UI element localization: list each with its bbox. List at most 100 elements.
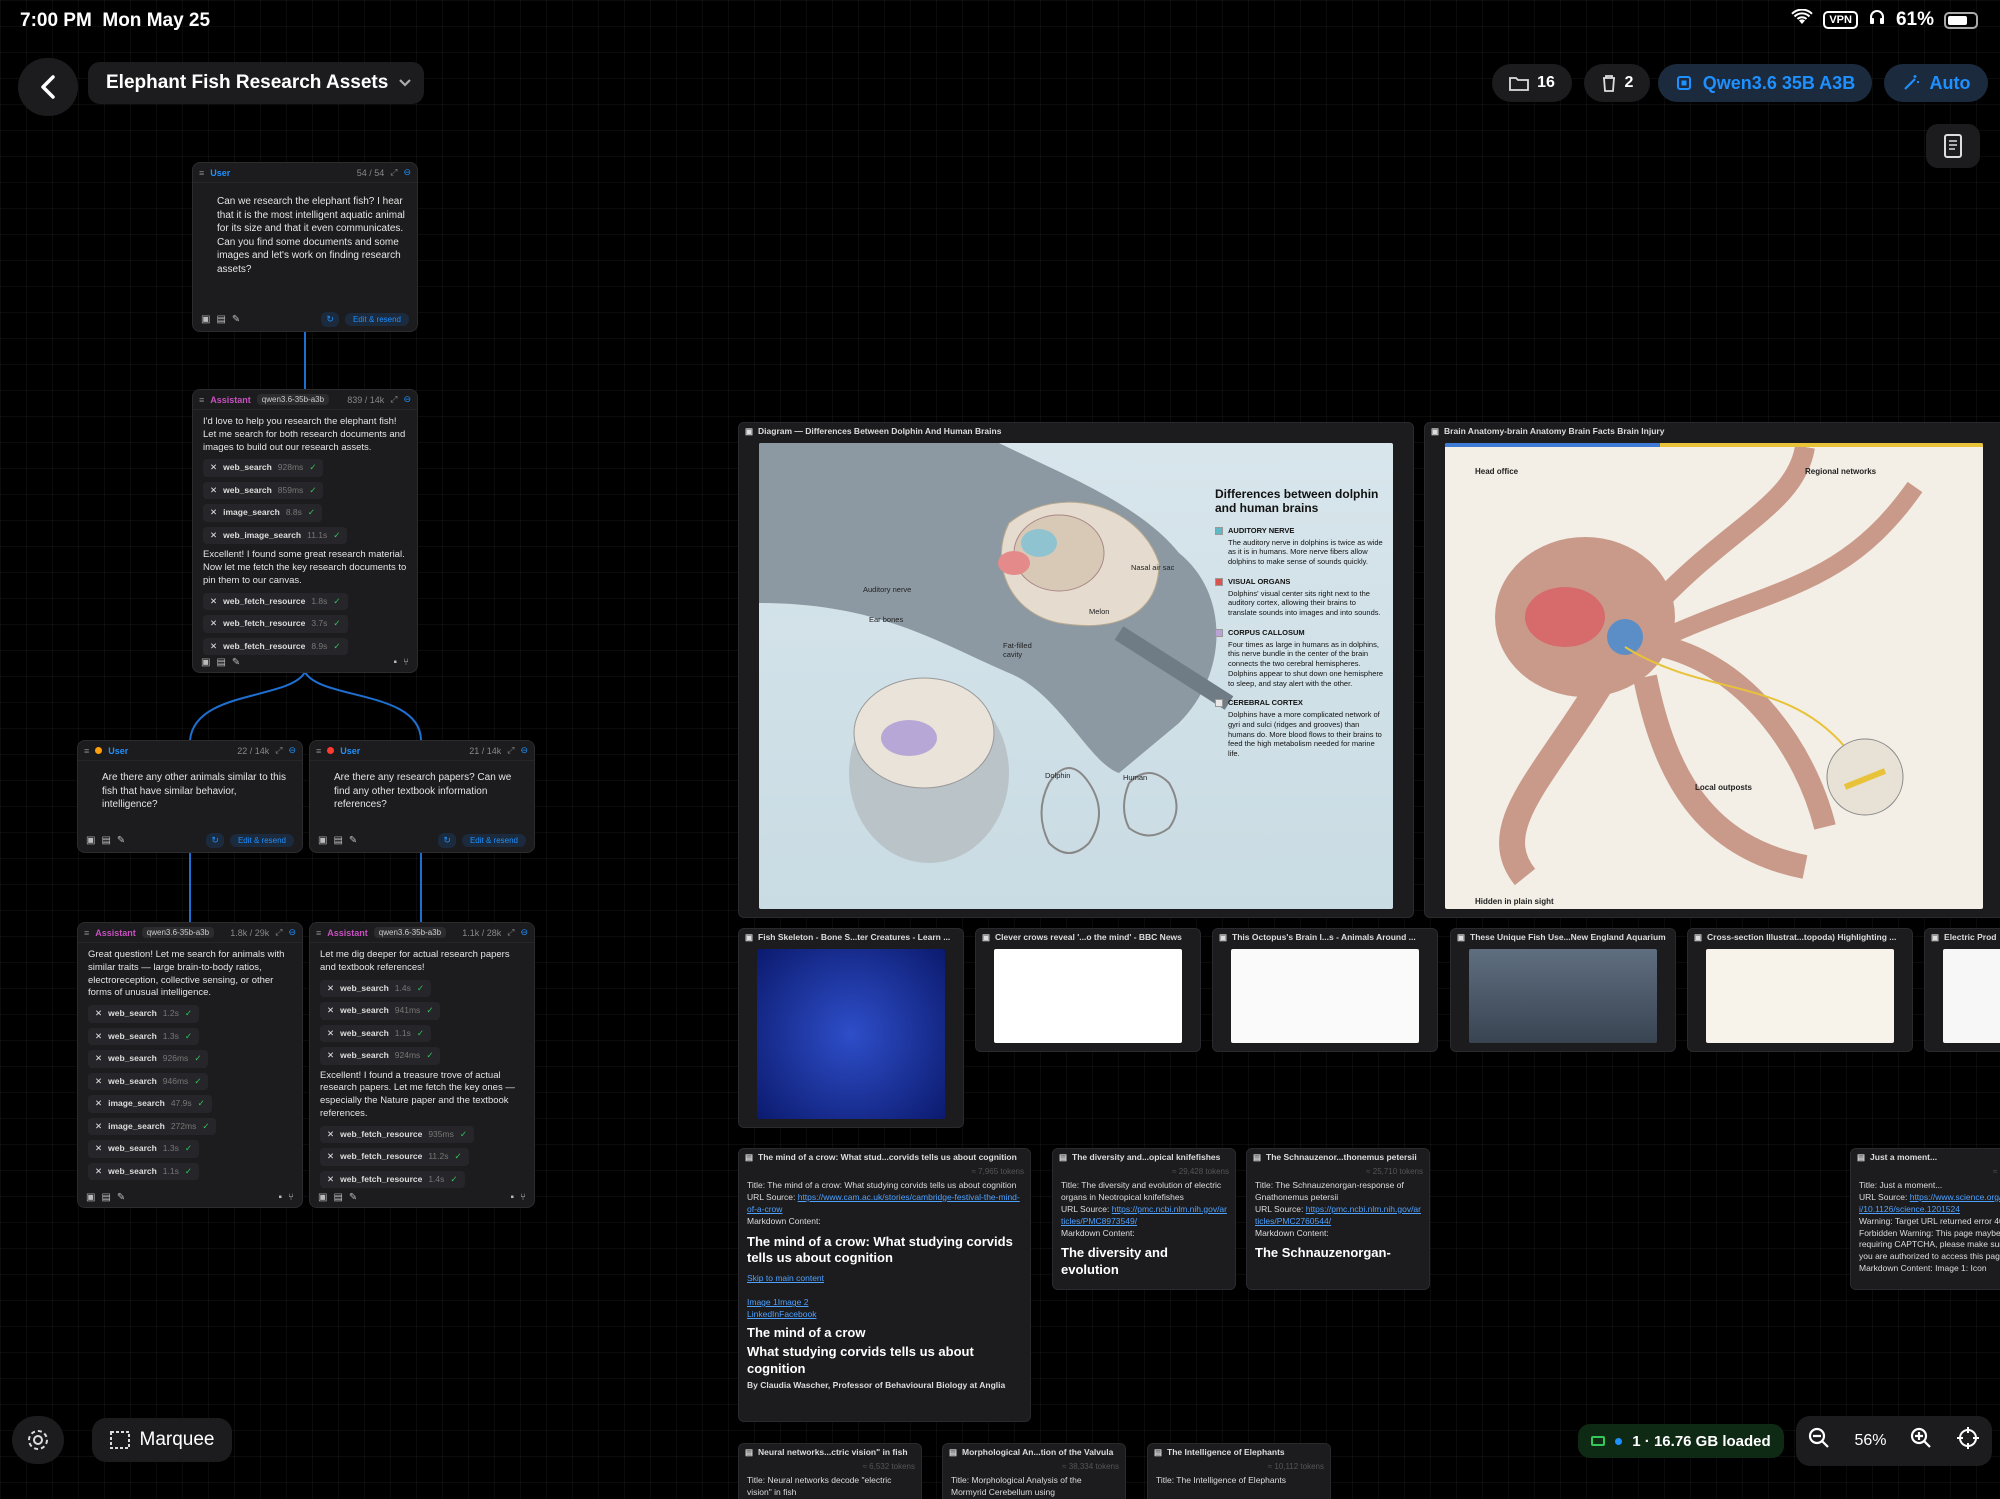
tool-call[interactable]: ✕ web_fetch_resource 3.7s ✓ xyxy=(203,615,348,633)
doc-card-morphological[interactable]: ▤ Morphological An...tion of the Valvula … xyxy=(942,1443,1126,1499)
tool-call[interactable]: ✕ web_image_search 11.1s ✓ xyxy=(203,526,348,545)
doc-card-crow[interactable]: ▤ The mind of a crow: What stud...corvids… xyxy=(738,1148,1031,1422)
edit-resend-button[interactable]: Edit & resend xyxy=(344,313,409,326)
comment-icon[interactable]: ▪ xyxy=(393,657,397,668)
collapse-icon[interactable]: ⊖ xyxy=(520,745,528,756)
image-link[interactable]: Image 1Image 2 xyxy=(747,1297,808,1307)
tool-call[interactable]: ✕ image_search 47.9s ✓ xyxy=(88,1095,212,1113)
image-card-dolphin-brain[interactable]: ▣ Diagram — Differences Between Dolphin A… xyxy=(738,422,1414,918)
chat-node-assistant-2[interactable]: ≡ Assistant qwen3.6-35b-a3b 1.8k / 29k ⤢… xyxy=(77,922,303,1208)
drag-handle-icon[interactable]: ≡ xyxy=(84,928,89,938)
regenerate-button[interactable]: ↻ xyxy=(321,312,339,327)
regenerate-button[interactable]: ↻ xyxy=(206,833,224,848)
file-icon[interactable]: ▤ xyxy=(333,835,342,846)
brush-icon[interactable]: ✎ xyxy=(349,1192,357,1203)
settings-button[interactable] xyxy=(12,1416,64,1464)
tool-call[interactable]: ✕ web_search 859ms ✓ xyxy=(203,481,324,500)
chat-node-user-3[interactable]: ≡ User 21 / 14k ⤢ ⊖ Are there any resear… xyxy=(309,740,535,853)
image-thumbnail-card[interactable]: ▣ Electric Prod xyxy=(1924,928,2000,1052)
recenter-button[interactable] xyxy=(1956,1426,1980,1456)
edit-resend-button[interactable]: Edit & resend xyxy=(461,834,526,847)
tool-call[interactable]: ✕ web_fetch_resource 11.2s ✓ xyxy=(320,1148,469,1166)
collapse-icon[interactable]: ⊖ xyxy=(403,394,411,405)
tool-call[interactable]: ✕ web_search 1.3s ✓ xyxy=(88,1027,199,1046)
tool-call[interactable]: ✕ image_search 8.8s ✓ xyxy=(203,504,323,522)
file-icon[interactable]: ▤ xyxy=(216,314,225,325)
expand-icon[interactable]: ⤢ xyxy=(507,927,514,938)
collapse-icon[interactable]: ⊖ xyxy=(288,745,296,756)
tool-call[interactable]: ✕ web_fetch_resource 1.4s ✓ xyxy=(320,1170,465,1189)
doc-card-elephants[interactable]: ▤ The Intelligence of Elephants ≈ 10,112 … xyxy=(1147,1443,1331,1499)
tool-call[interactable]: ✕ web_search 926ms ✓ xyxy=(88,1050,209,1068)
marquee-button[interactable]: Marquee xyxy=(92,1418,232,1462)
image-icon[interactable]: ▣ xyxy=(201,657,210,668)
doc-card-knifefish[interactable]: ▤ The diversity and...opical knifefishes … xyxy=(1052,1148,1236,1290)
chat-node-assistant-3[interactable]: ≡ Assistant qwen3.6-35b-a3b 1.1k / 28k ⤢… xyxy=(309,922,535,1208)
collapse-icon[interactable]: ⊖ xyxy=(520,927,528,938)
file-icon[interactable]: ▤ xyxy=(101,1192,110,1203)
brush-icon[interactable]: ✎ xyxy=(117,835,125,846)
image-icon[interactable]: ▣ xyxy=(318,835,327,846)
expand-icon[interactable]: ⤢ xyxy=(390,394,397,405)
regenerate-button[interactable]: ↻ xyxy=(438,833,456,848)
image-icon[interactable]: ▣ xyxy=(86,1192,95,1203)
tool-call[interactable]: ✕ web_search 1.3s ✓ xyxy=(88,1140,199,1158)
zoom-out-button[interactable] xyxy=(1807,1426,1831,1456)
branch-icon[interactable]: ⑂ xyxy=(288,1192,294,1203)
image-thumbnail-card[interactable]: ▣ These Unique Fish Use...New England Aqu… xyxy=(1450,928,1676,1052)
skip-link[interactable]: Skip to main content xyxy=(747,1273,824,1283)
drag-handle-icon[interactable]: ≡ xyxy=(316,928,321,938)
chat-node-assistant-1[interactable]: ≡ Assistant qwen3.6-35b-a3b 839 / 14k ⤢ … xyxy=(192,389,418,673)
image-thumbnail-card[interactable]: ▣ Clever crows reveal '...o the mind' - B… xyxy=(975,928,1201,1052)
brush-icon[interactable]: ✎ xyxy=(117,1192,125,1203)
comment-icon[interactable]: ▪ xyxy=(510,1192,514,1203)
drag-handle-icon[interactable]: ≡ xyxy=(199,395,204,405)
image-icon[interactable]: ▣ xyxy=(86,835,95,846)
tool-call[interactable]: ✕ web_search 941ms ✓ xyxy=(320,1002,441,1020)
file-icon[interactable]: ▤ xyxy=(101,835,110,846)
expand-icon[interactable]: ⤢ xyxy=(507,745,514,756)
brush-icon[interactable]: ✎ xyxy=(232,314,240,325)
expand-icon[interactable]: ⤢ xyxy=(275,927,282,938)
doc-card-schnauzenorgan[interactable]: ▤ The Schnauzenor...thonemus petersii ≈ 2… xyxy=(1246,1148,1430,1290)
collapse-icon[interactable]: ⊖ xyxy=(403,167,411,178)
image-icon[interactable]: ▣ xyxy=(318,1192,327,1203)
file-icon[interactable]: ▤ xyxy=(216,657,225,668)
drag-handle-icon[interactable]: ≡ xyxy=(84,746,89,756)
social-link[interactable]: LinkedInFacebook xyxy=(747,1309,816,1319)
image-icon[interactable]: ▣ xyxy=(201,314,210,325)
chat-node-user-1[interactable]: ≡ User 54 / 54 ⤢ ⊖ Can we research the e… xyxy=(192,162,418,332)
edit-resend-button[interactable]: Edit & resend xyxy=(229,834,294,847)
tool-call[interactable]: ✕ web_search 1.2s ✓ xyxy=(88,1005,199,1023)
tool-call[interactable]: ✕ web_fetch_resource 935ms ✓ xyxy=(320,1125,474,1144)
drag-handle-icon[interactable]: ≡ xyxy=(316,746,321,756)
collapse-icon[interactable]: ⊖ xyxy=(288,927,296,938)
image-thumbnail-card[interactable]: ▣ This Octopus's Brain I...s - Animals Ar… xyxy=(1212,928,1438,1052)
doc-card-neural-networks[interactable]: ▤ Neural networks...ctric vision" in fish… xyxy=(738,1443,922,1499)
tool-call[interactable]: ✕ web_search 928ms ✓ xyxy=(203,459,324,477)
zoom-in-button[interactable] xyxy=(1909,1426,1933,1456)
expand-icon[interactable]: ⤢ xyxy=(390,167,397,178)
chat-node-user-2[interactable]: ≡ User 22 / 14k ⤢ ⊖ Are there any other … xyxy=(77,740,303,853)
branch-icon[interactable]: ⑂ xyxy=(403,657,409,668)
image-card-octopus-brain[interactable]: ▣ Brain Anatomy-brain Anatomy Brain Facts… xyxy=(1424,422,2000,918)
image-thumbnail-card[interactable]: ▣ Fish Skeleton - Bone S...ter Creatures … xyxy=(738,928,964,1128)
tool-call[interactable]: ✕ web_search 924ms ✓ xyxy=(320,1047,441,1065)
doc-card-just-a-moment[interactable]: ▤Just a moment... ≈ 133 Title: Just a mo… xyxy=(1850,1148,2000,1290)
comment-icon[interactable]: ▪ xyxy=(278,1192,282,1203)
tool-call[interactable]: ✕ web_search 1.1s ✓ xyxy=(320,1024,431,1043)
file-icon[interactable]: ▤ xyxy=(333,1192,342,1203)
tool-call[interactable]: ✕ web_search 1.1s ✓ xyxy=(88,1162,199,1180)
tool-call[interactable]: ✕ web_search 1.4s ✓ xyxy=(320,979,431,998)
drag-handle-icon[interactable]: ≡ xyxy=(199,168,204,178)
tool-call[interactable]: ✕ web_fetch_resource 8.9s ✓ xyxy=(203,637,348,656)
tool-call[interactable]: ✕ web_fetch_resource 1.8s ✓ xyxy=(203,592,348,611)
image-thumbnail-card[interactable]: ▣ Cross-section Illustrat...topoda) Highl… xyxy=(1687,928,1913,1052)
tool-call[interactable]: ✕ image_search 272ms ✓ xyxy=(88,1117,217,1136)
branch-icon[interactable]: ⑂ xyxy=(520,1192,526,1203)
brush-icon[interactable]: ✎ xyxy=(349,835,357,846)
expand-icon[interactable]: ⤢ xyxy=(275,745,282,756)
brush-icon[interactable]: ✎ xyxy=(232,657,240,668)
model-loaded-status[interactable]: 1 · 16.76 GB loaded xyxy=(1578,1424,1784,1458)
tool-call[interactable]: ✕ web_search 946ms ✓ xyxy=(88,1072,209,1091)
